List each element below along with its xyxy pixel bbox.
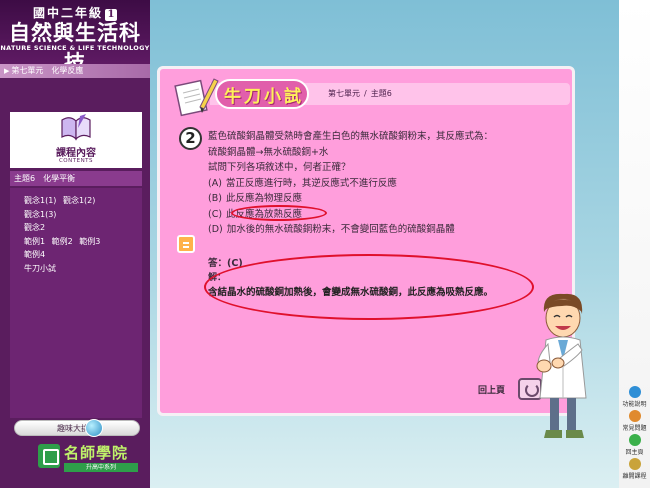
option-letter: (C)	[208, 208, 223, 220]
question-line: 試問下列各項敘述中，何者正確？	[208, 162, 351, 173]
option-b: (B) 此反應為物理反應	[208, 191, 568, 207]
breadcrumb-unit: 第七單元	[11, 66, 44, 75]
topic-header[interactable]: 主題6 化學平衡	[10, 171, 142, 186]
topic-row: 觀念1(1) 觀念1(2)	[24, 194, 142, 208]
topic-row: 牛刀小試	[24, 262, 142, 276]
option-text: 加水後的無水硫酸銅粉末，不會變回藍色的硫酸銅晶體	[226, 224, 455, 235]
question-line: 硫酸銅晶體→無水硫酸銅+水	[208, 146, 329, 158]
teacher-character	[536, 293, 587, 438]
toolbar-home[interactable]: 回主頁	[619, 434, 650, 456]
topic-item-example-3[interactable]: 範例3	[79, 237, 100, 246]
pen-and-paper-icon	[174, 78, 219, 117]
topic-list: 觀念1(1) 觀念1(2) 觀念1(3) 觀念2 範例1 範例2 範例3 範例4…	[10, 188, 142, 418]
breadcrumb[interactable]: ▶ 第七單元 化學反應	[0, 64, 150, 78]
card-topic: 主題6	[370, 89, 392, 98]
home-icon	[628, 434, 641, 446]
toolbar-faq-label: 常見問題	[622, 425, 647, 432]
option-letter: (B)	[208, 193, 222, 204]
topic-item-example-2[interactable]: 範例2	[52, 237, 73, 246]
breadcrumb-topic: 化學反應	[51, 66, 84, 75]
globe-icon	[85, 419, 103, 437]
topic-item-concept-1-2[interactable]: 觀念1(2)	[63, 196, 95, 205]
topic-item-concept-1-1[interactable]: 觀念1(1)	[24, 196, 56, 205]
option-letter: (D)	[208, 224, 223, 235]
challenge-button[interactable]: 趣味大挑戰	[14, 419, 140, 437]
topic-row: 觀念1(3)	[24, 208, 142, 222]
highlight-ellipse-option-c	[231, 205, 327, 221]
option-text: 此反應為物理反應	[225, 193, 302, 204]
brand-subtitle: NATURE SCIENCE & LIFE TECHNOLOGY	[0, 44, 150, 52]
open-book-icon	[61, 114, 91, 141]
quiz-card: 牛刀小試 第七單元 / 主題6 2 藍色硫酸銅晶體受熱時會產生白色的無水硫酸銅粉末，…	[157, 66, 575, 416]
topic-item-concept-2[interactable]: 觀念2	[24, 223, 45, 232]
toolbar-faq[interactable]: 常見問題	[619, 410, 650, 432]
toolbar-exit[interactable]: 離開課程	[619, 458, 650, 480]
option-d: (D) 加水後的無水硫酸銅粉末，不會變回藍色的硫酸銅晶體	[208, 222, 568, 238]
right-toolbar: 功能說明 常見問題 回主頁 離開課程	[619, 0, 650, 488]
contents-panel: 課程內容 CONTENTS	[10, 112, 142, 168]
toolbar-help[interactable]: 功能說明	[619, 386, 650, 408]
academy-building-icon	[38, 444, 60, 468]
question-number: 2	[179, 127, 202, 150]
contents-title: 課程內容	[56, 148, 96, 159]
mingshi-series: 升高中系列	[64, 463, 138, 472]
toolbar-help-label: 功能說明	[622, 401, 647, 408]
highlight-ellipse-explanation	[204, 254, 534, 320]
topic-row: 範例1 範例2 範例3	[24, 235, 142, 249]
mingshi-logo[interactable]: 名師學院 升高中系列	[38, 442, 140, 474]
exit-icon	[628, 458, 641, 470]
card-separator: /	[364, 89, 367, 98]
toolbar-exit-label: 離開課程	[622, 473, 647, 480]
option-letter: (A)	[208, 177, 222, 189]
back-label: 回上頁	[478, 386, 506, 396]
contents-subtitle: CONTENTS	[58, 158, 94, 164]
question-body: 藍色硫酸銅晶體受熱時會產生白色的無水硫酸銅粉末，其反應式為： 硫酸銅晶體→無水硫…	[208, 129, 568, 238]
sidebar: 國中二年級 1 自然與生活科技 NATURE SCIENCE & LIFE TEC…	[0, 0, 150, 488]
triangle-right-icon: ▶	[4, 67, 10, 75]
brand-header: 國中二年級 1 自然與生活科技 NATURE SCIENCE & LIFE TEC…	[0, 0, 150, 75]
topic-item-quiz[interactable]: 牛刀小試	[24, 264, 56, 273]
topic-item-example-4[interactable]: 範例4	[24, 250, 45, 259]
card-unit-label: 第七單元 / 主題6	[328, 88, 392, 99]
topic-item-example-1[interactable]: 範例1	[24, 237, 45, 246]
card-title-strip: 牛刀小試 第七單元 / 主題6	[160, 69, 572, 117]
topic-row: 觀念2	[24, 221, 142, 235]
option-text: 當正反應進行時，其逆反應式不進行反應	[225, 177, 397, 189]
mingshi-name: 名師學院	[64, 444, 129, 462]
card-title: 牛刀小試	[224, 87, 304, 107]
question-line: 藍色硫酸銅晶體受熱時會產生白色的無水硫酸銅粉末，其反應式為：	[208, 131, 494, 142]
topic-item-concept-1-3[interactable]: 觀念1(3)	[24, 210, 56, 219]
card-unit: 第七單元	[328, 89, 360, 98]
option-a: (A) 當正反應進行時，其逆反應式不進行反應	[208, 176, 568, 192]
help-icon	[628, 386, 641, 398]
topic-row: 範例4	[24, 248, 142, 262]
toolbar-home-label: 回主頁	[625, 449, 644, 456]
faq-icon	[628, 410, 641, 422]
notepad-icon	[177, 235, 195, 253]
